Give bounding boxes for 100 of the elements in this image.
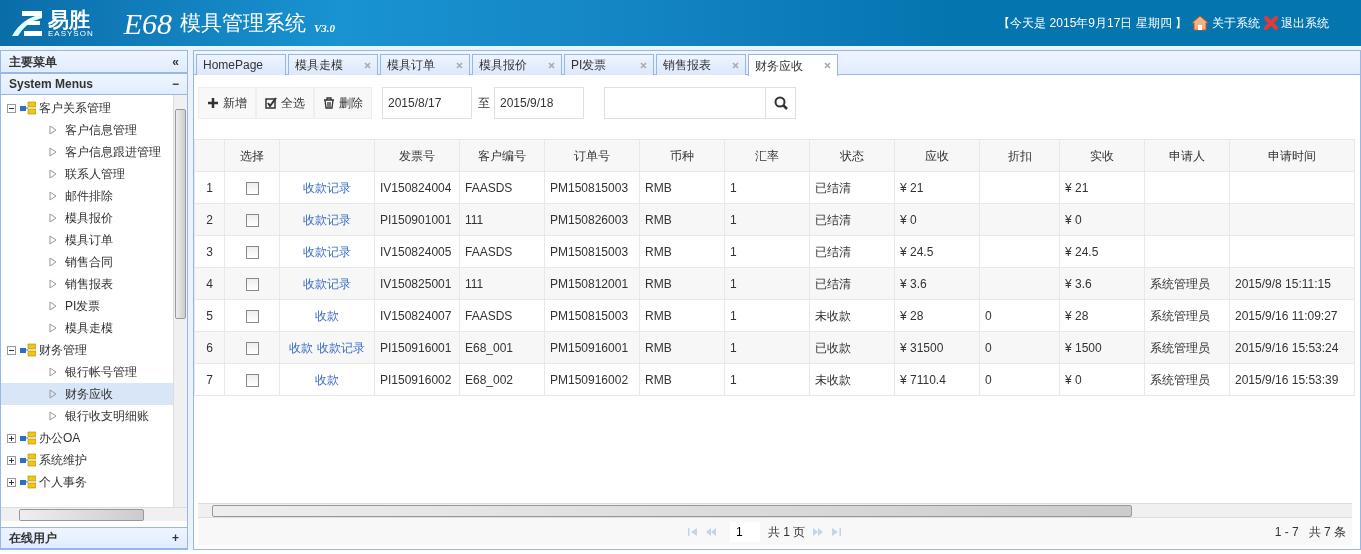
checkbox[interactable] bbox=[245, 213, 259, 227]
tab[interactable]: PI发票 bbox=[564, 54, 654, 75]
horizontal-scrollbar[interactable] bbox=[1, 507, 187, 521]
checkbox[interactable] bbox=[245, 245, 259, 259]
expand-button[interactable]: + bbox=[172, 529, 179, 547]
action-link[interactable]: 收款记录 bbox=[316, 340, 365, 355]
header-link[interactable]: 退出系统 bbox=[1264, 14, 1329, 32]
triangle-icon bbox=[49, 301, 57, 311]
table-cell: 0 bbox=[985, 340, 992, 355]
tree-node[interactable]: 财务管理 bbox=[1, 339, 173, 361]
column-header: 选择 bbox=[224, 139, 280, 172]
table-cell: RMB bbox=[645, 340, 672, 355]
horizontal-scrollbar[interactable] bbox=[198, 503, 1352, 517]
tab[interactable]: 财务应收 bbox=[748, 54, 838, 76]
close-icon[interactable] bbox=[548, 61, 555, 69]
action-link[interactable]: 收款 bbox=[315, 372, 339, 387]
tree-item[interactable]: 模具订单 bbox=[1, 229, 173, 251]
date-field[interactable]: 2015/8/17 bbox=[382, 87, 472, 119]
search-field[interactable] bbox=[604, 87, 766, 119]
table-cell: ¥ 28 bbox=[1065, 308, 1089, 323]
checkbox[interactable] bbox=[245, 341, 259, 355]
folder-tree-icon bbox=[20, 453, 36, 467]
table-cell: 2015/9/16 15:53:39 bbox=[1235, 372, 1339, 387]
header-link[interactable]: 关于系统 bbox=[1191, 14, 1260, 32]
table-cell: FAASDS bbox=[465, 244, 513, 259]
column-header: 申请时间 bbox=[1229, 139, 1355, 172]
tab[interactable]: 模具报价 bbox=[472, 54, 562, 75]
checkbox[interactable] bbox=[245, 277, 259, 291]
row-number: 4 bbox=[206, 276, 213, 291]
tree-item[interactable]: 客户信息跟进管理 bbox=[1, 141, 173, 163]
toolbar-button[interactable]: 全选 bbox=[256, 87, 314, 119]
checkbox[interactable] bbox=[245, 373, 259, 387]
close-icon[interactable] bbox=[824, 62, 831, 69]
toolbar-button[interactable]: 新增 bbox=[198, 87, 256, 119]
expand-icon[interactable] bbox=[7, 477, 16, 487]
previous-page-icon bbox=[706, 527, 716, 536]
action-link[interactable]: 收款 bbox=[315, 308, 339, 323]
tree-item[interactable]: 销售报表 bbox=[1, 273, 173, 295]
collapse-button[interactable]: − bbox=[172, 75, 179, 93]
tree-item[interactable]: 银行帐号管理 bbox=[1, 361, 173, 383]
close-icon[interactable] bbox=[640, 61, 647, 69]
tab[interactable]: HomePage bbox=[196, 54, 286, 75]
page-field[interactable]: 1 bbox=[730, 521, 760, 542]
toolbar-button[interactable]: 删除 bbox=[314, 87, 372, 119]
tree-label: 财务管理 bbox=[39, 342, 87, 359]
checkbox[interactable] bbox=[245, 181, 259, 195]
row-number: 5 bbox=[206, 308, 213, 323]
tab[interactable]: 模具走模 bbox=[288, 54, 378, 75]
table-cell: 2015/9/8 15:11:15 bbox=[1235, 276, 1331, 291]
table-cell: RMB bbox=[645, 212, 672, 227]
tree-node[interactable]: 客户关系管理 bbox=[1, 97, 173, 119]
tree-item[interactable]: 银行收支明细账 bbox=[1, 405, 173, 427]
vertical-scrollbar[interactable] bbox=[173, 95, 187, 507]
close-icon[interactable] bbox=[732, 61, 739, 69]
tree-item[interactable]: 联系人管理 bbox=[1, 163, 173, 185]
expand-icon[interactable] bbox=[7, 433, 16, 443]
row-number: 1 bbox=[206, 180, 213, 195]
folder-tree-icon bbox=[20, 101, 36, 115]
date-field[interactable]: 2015/9/18 bbox=[494, 87, 584, 119]
table-cell: ¥ 21 bbox=[900, 180, 924, 195]
triangle-icon bbox=[49, 389, 57, 399]
search-button[interactable] bbox=[766, 87, 796, 119]
table-cell: PM150812001 bbox=[550, 276, 629, 291]
table-cell: ¥ 1500 bbox=[1065, 340, 1102, 355]
collapse-icon[interactable] bbox=[7, 345, 16, 355]
checkbox[interactable] bbox=[245, 309, 259, 323]
tree-item[interactable]: 邮件排除 bbox=[1, 185, 173, 207]
panel-title: 主要菜单 bbox=[9, 53, 57, 71]
tab[interactable]: 销售报表 bbox=[656, 54, 746, 75]
brand-name: 易胜 bbox=[48, 8, 91, 30]
expand-icon[interactable] bbox=[7, 455, 16, 465]
tree-item[interactable]: 模具报价 bbox=[1, 207, 173, 229]
triangle-icon bbox=[49, 367, 57, 377]
table-cell: FAASDS bbox=[465, 308, 513, 323]
tree-item[interactable]: 销售合同 bbox=[1, 251, 173, 273]
table-cell: RMB bbox=[645, 276, 672, 291]
table-cell: 未收款 bbox=[815, 308, 851, 323]
table-cell: 1 bbox=[730, 180, 737, 195]
collapse-icon[interactable] bbox=[7, 103, 16, 113]
date-text: 【今天是 2015年9月17日 星期四 】 bbox=[998, 15, 1187, 32]
triangle-icon bbox=[49, 323, 57, 333]
table-cell: ¥ 24.5 bbox=[900, 244, 934, 259]
collapse-button[interactable]: « bbox=[172, 52, 179, 71]
tree-item[interactable]: 模具走模 bbox=[1, 317, 173, 339]
tree-node[interactable]: 办公OA bbox=[1, 427, 173, 449]
tree-node[interactable]: 系统维护 bbox=[1, 449, 173, 471]
table-cell: PM150815003 bbox=[550, 180, 629, 195]
product-name: E68 bbox=[123, 5, 172, 42]
next-page-icon bbox=[813, 527, 824, 536]
triangle-icon bbox=[49, 169, 57, 179]
close-icon[interactable] bbox=[364, 61, 371, 69]
table-cell: IV150824004 bbox=[380, 180, 452, 195]
tree-item[interactable]: 财务应收 bbox=[1, 383, 173, 405]
tab[interactable]: 模具订单 bbox=[380, 54, 470, 75]
tree-item[interactable]: PI发票 bbox=[1, 295, 173, 317]
close-icon[interactable] bbox=[456, 61, 463, 69]
action-link[interactable]: 收款 bbox=[289, 340, 314, 355]
table-cell: 111 bbox=[465, 212, 484, 227]
tree-node[interactable]: 个人事务 bbox=[1, 471, 173, 493]
tree-item[interactable]: 客户信息管理 bbox=[1, 119, 173, 141]
